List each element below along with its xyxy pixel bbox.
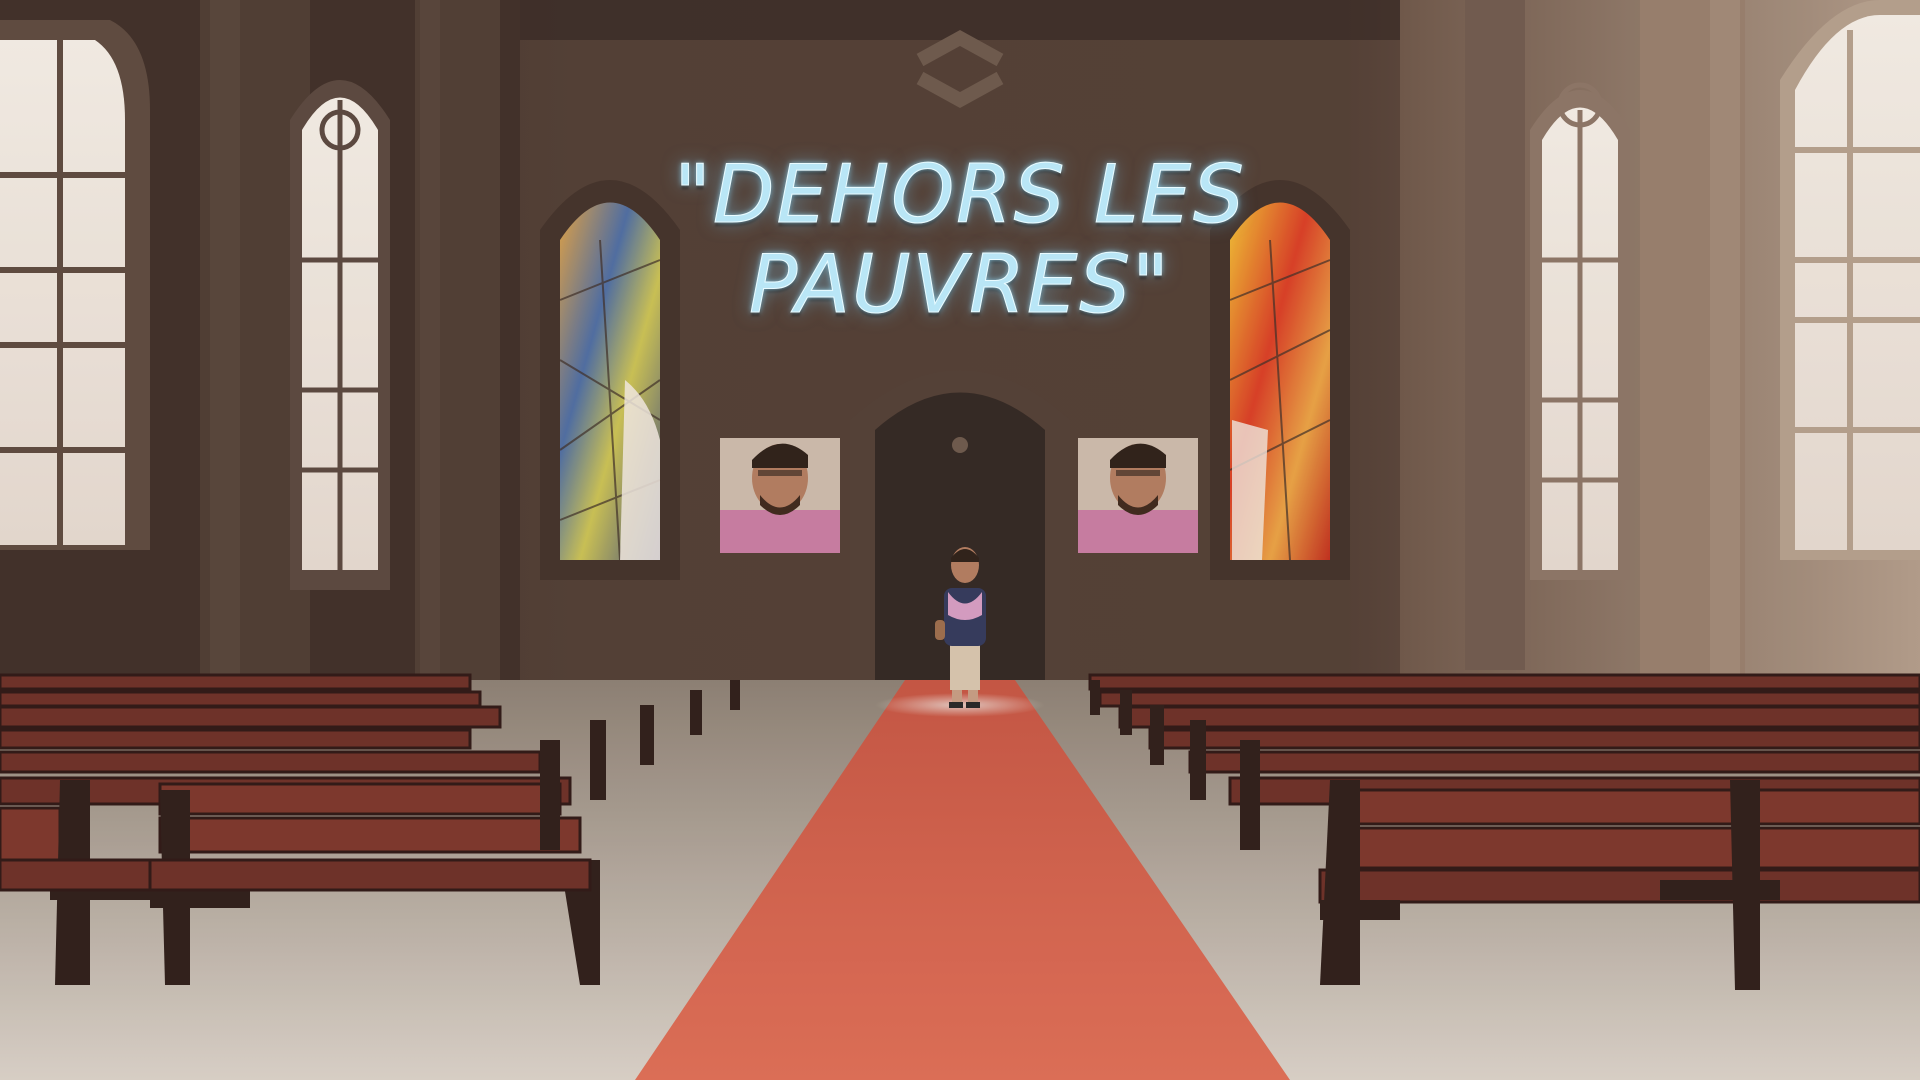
neon-sign-title: "DEHORS LES PAUVRES": [560, 148, 1360, 331]
neon-title-line1: "DEHORS LES: [674, 148, 1246, 241]
church-scene: "DEHORS LES PAUVRES": [0, 0, 1920, 1080]
neon-title-line2: PAUVRES": [749, 238, 1171, 331]
